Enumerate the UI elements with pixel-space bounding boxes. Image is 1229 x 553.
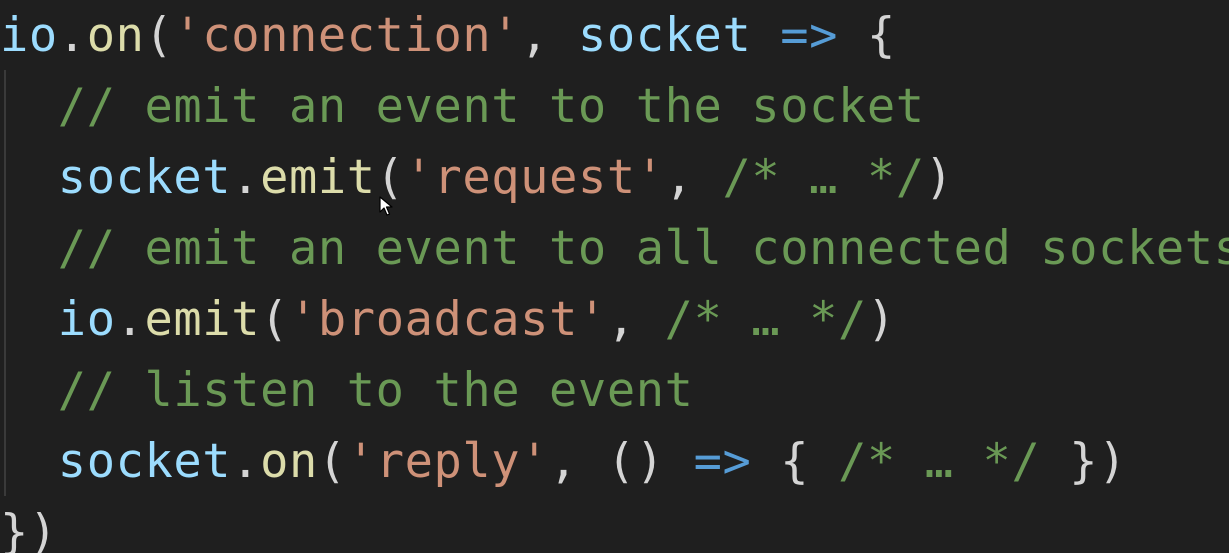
- code-token-punc: [0, 434, 58, 489]
- code-token-punc: [0, 292, 58, 347]
- code-token-var: io: [57, 292, 116, 347]
- code-token-punc: .: [231, 434, 261, 489]
- code-token-punc: ,: [520, 8, 578, 63]
- code-token-punc: (): [606, 434, 665, 489]
- code-token-punc: ,: [549, 434, 607, 489]
- code-editor[interactable]: io.on('connection', socket => { // emit …: [0, 0, 1229, 553]
- code-token-var: socket: [57, 150, 232, 205]
- code-token-str: 'reply': [346, 434, 550, 489]
- code-line-8[interactable]: }): [0, 497, 58, 553]
- code-token-kw: =>: [693, 434, 752, 489]
- code-token-punc: [0, 363, 58, 418]
- code-token-punc: }): [1040, 434, 1128, 489]
- code-token-str: 'broadcast': [289, 292, 607, 347]
- code-token-punc: [665, 434, 694, 489]
- code-token-var: io: [0, 8, 58, 63]
- code-token-cmt: /* … */: [838, 434, 1041, 489]
- code-token-punc: (: [144, 8, 174, 63]
- code-line-3[interactable]: socket.emit('request', /* … */): [0, 142, 954, 213]
- code-token-str: 'request': [404, 150, 665, 205]
- code-token-punc: [0, 79, 58, 134]
- code-token-punc: .: [231, 150, 261, 205]
- code-token-cmt: // emit an event to the socket: [57, 79, 925, 134]
- code-line-7[interactable]: socket.on('reply', () => { /* … */ }): [0, 426, 1127, 497]
- mouse-pointer-icon: [379, 196, 393, 216]
- code-token-cmt: /* … */: [664, 292, 867, 347]
- code-token-punc: .: [115, 292, 145, 347]
- code-token-fn: on: [86, 8, 145, 63]
- code-token-fn: emit: [144, 292, 261, 347]
- code-line-4[interactable]: // emit an event to all connected socket…: [0, 213, 1229, 284]
- code-token-punc: {: [751, 434, 839, 489]
- code-token-punc: .: [57, 8, 87, 63]
- code-token-punc: [0, 221, 58, 276]
- code-line-1[interactable]: io.on('connection', socket => {: [0, 0, 896, 71]
- code-token-cmt: // listen to the event: [57, 363, 694, 418]
- code-token-punc: {: [838, 8, 896, 63]
- code-token-punc: }): [0, 505, 58, 553]
- code-line-5[interactable]: io.emit('broadcast', /* … */): [0, 284, 896, 355]
- code-token-var: socket: [577, 8, 752, 63]
- code-token-punc: (: [260, 292, 289, 347]
- code-token-punc: ): [866, 292, 896, 347]
- code-token-kw: =>: [780, 8, 839, 63]
- code-token-fn: on: [260, 434, 318, 489]
- code-token-punc: (: [317, 434, 347, 489]
- code-token-punc: ): [924, 150, 954, 205]
- code-token-punc: ,: [664, 150, 723, 205]
- code-token-str: 'connection': [173, 8, 521, 63]
- code-token-punc: [751, 8, 780, 63]
- code-token-cmt: // emit an event to all connected socket…: [57, 221, 1229, 276]
- code-line-2[interactable]: // emit an event to the socket: [0, 71, 925, 142]
- code-token-var: socket: [57, 434, 232, 489]
- code-token-cmt: /* … */: [722, 150, 925, 205]
- code-token-punc: [0, 150, 58, 205]
- code-token-fn: emit: [260, 150, 376, 205]
- code-token-punc: ,: [606, 292, 665, 347]
- code-line-6[interactable]: // listen to the event: [0, 355, 694, 426]
